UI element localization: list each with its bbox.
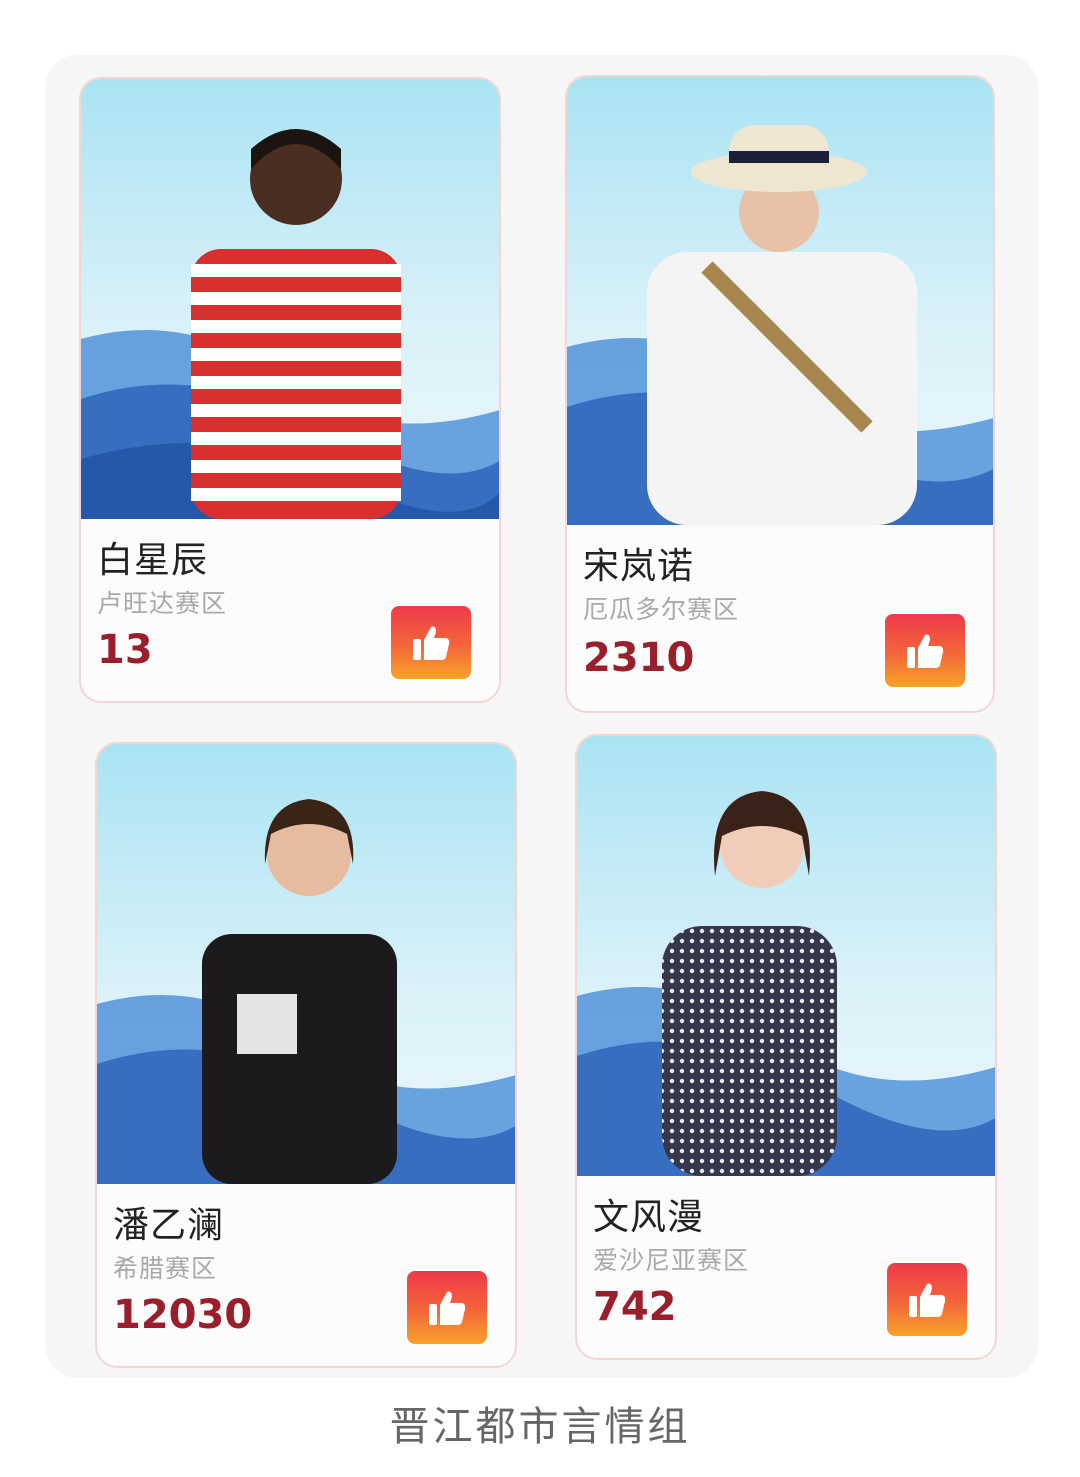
contestant-card: 宋岚诺 厄瓜多尔赛区 2310: [565, 75, 995, 713]
contestant-name: 宋岚诺: [583, 546, 695, 587]
contestant-region: 希腊赛区: [113, 1254, 218, 1283]
contestant-region: 爱沙尼亚赛区: [593, 1246, 750, 1275]
contestant-photo: [577, 736, 995, 1176]
like-button[interactable]: [407, 1271, 487, 1344]
thumbs-up-icon: [413, 626, 450, 660]
like-button[interactable]: [887, 1263, 967, 1336]
like-button[interactable]: [885, 614, 965, 687]
vote-count: 742: [593, 1284, 677, 1330]
contestant-photo: [81, 79, 499, 519]
thumbs-up-icon: [907, 634, 944, 668]
vote-count: 13: [97, 627, 153, 673]
like-button[interactable]: [391, 606, 471, 679]
contestant-region: 厄瓜多尔赛区: [583, 595, 740, 624]
vote-count: 12030: [113, 1292, 253, 1338]
contestant-card: 文风漫 爱沙尼亚赛区 742: [575, 734, 997, 1360]
contestant-card: 白星辰 卢旺达赛区 13: [79, 77, 501, 703]
contestant-name: 潘乙澜: [113, 1205, 225, 1246]
vote-count: 2310: [583, 635, 695, 681]
thumbs-up-icon: [909, 1283, 946, 1317]
contestant-name: 文风漫: [593, 1197, 705, 1238]
page-caption: 晋江都市言情组: [389, 1404, 691, 1450]
contestant-photo: [567, 77, 993, 525]
contestant-photo: [97, 744, 515, 1184]
contestant-card: 潘乙澜 希腊赛区 12030: [95, 742, 517, 1368]
contestant-region: 卢旺达赛区: [97, 589, 228, 618]
contestant-name: 白星辰: [97, 540, 209, 581]
thumbs-up-icon: [429, 1291, 466, 1325]
